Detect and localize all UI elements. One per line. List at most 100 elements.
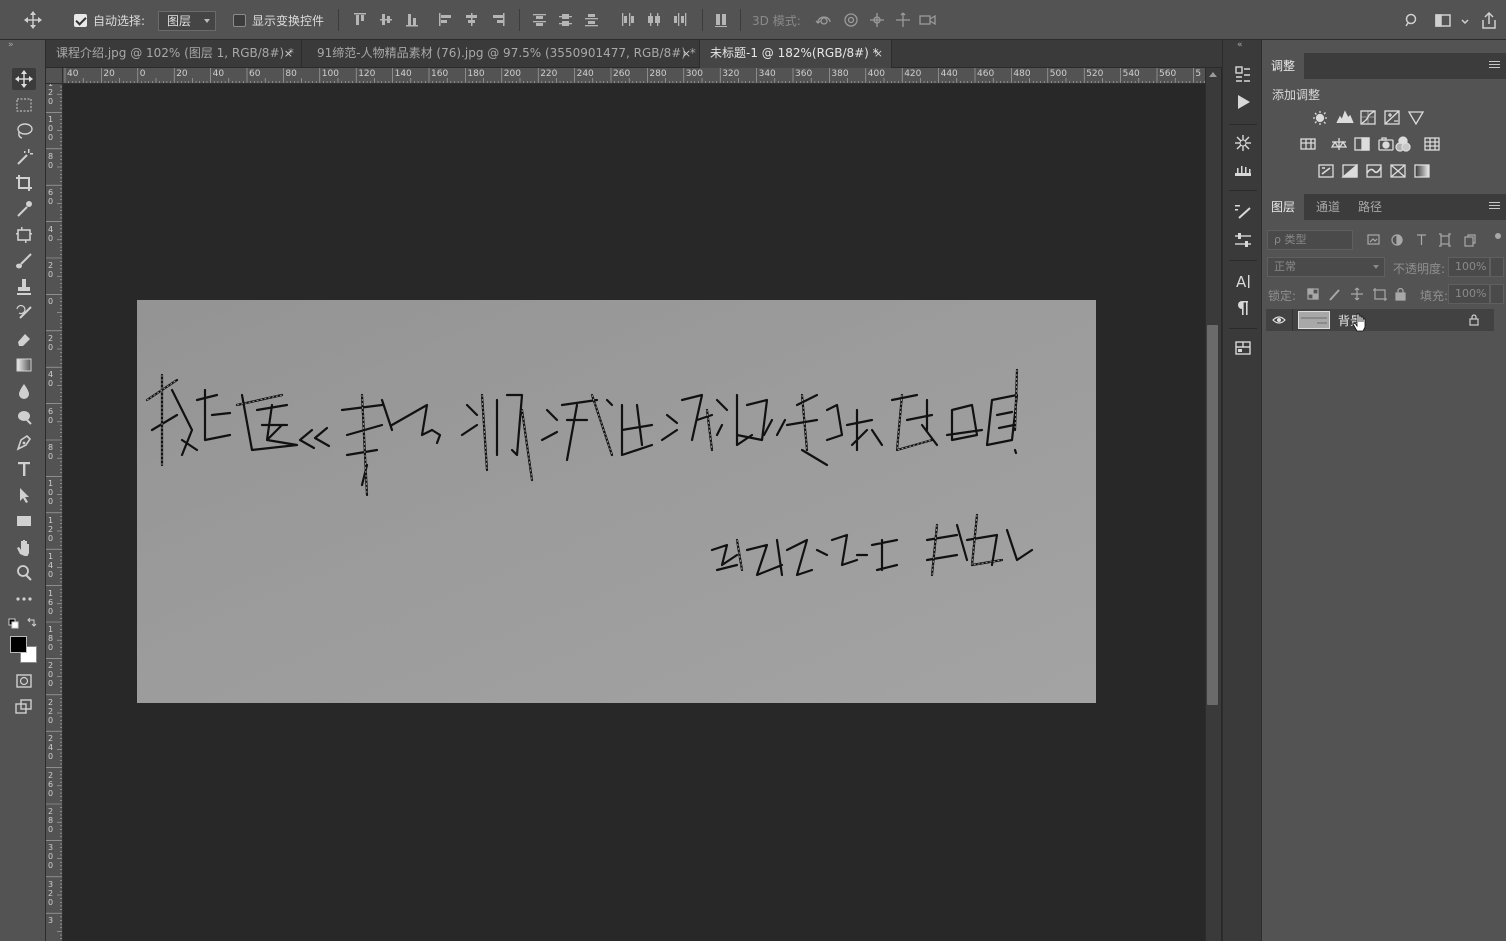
brush-settings-panel-icon[interactable] (1233, 133, 1253, 153)
eyedropper-tool[interactable] (12, 198, 36, 220)
properties-panel-icon[interactable] (1233, 230, 1253, 250)
document-tab[interactable]: 课程介绍.jpg @ 102% (图层 1, RGB/8#) * × (46, 40, 302, 68)
brush-presets-panel-icon[interactable] (1233, 202, 1253, 222)
eye-icon[interactable] (1272, 314, 1286, 326)
share-icon (1482, 12, 1496, 29)
move-tool[interactable] (12, 68, 36, 90)
history-panel-icon[interactable] (1233, 64, 1253, 84)
brushes-panel-icon[interactable] (1233, 160, 1253, 180)
show-transform-option[interactable]: 显示变换控件 (233, 10, 324, 30)
scroll-up-arrow-icon[interactable] (1209, 72, 1217, 77)
move-icon (24, 11, 42, 29)
hand-tool[interactable] (12, 536, 36, 558)
move-tool-preset[interactable] (8, 10, 48, 30)
lock-label: 锁定: (1268, 289, 1297, 303)
fill-input[interactable]: 100% (1448, 284, 1490, 304)
ruler-label: 480 (1013, 69, 1031, 79)
ruler-label: 40 (67, 69, 79, 79)
opacity-input[interactable]: 100% (1448, 257, 1490, 277)
black-white-icon (1354, 137, 1370, 151)
invert-icon (1318, 164, 1334, 178)
adjustment-buttons-grid (1300, 110, 1440, 178)
layer-row-background[interactable]: 背景 (1266, 309, 1494, 331)
color-swatches[interactable] (10, 636, 38, 664)
panel-menu-icon[interactable] (1489, 202, 1500, 211)
3d-pan-icon (870, 13, 884, 27)
show-transform-checkbox[interactable] (233, 13, 246, 27)
quick-mask-button[interactable] (12, 670, 36, 692)
rectangle-tool[interactable] (12, 510, 36, 532)
close-icon[interactable]: × (874, 40, 883, 67)
ruler-label: 420 (904, 69, 922, 79)
panel-collapse-icon[interactable]: » (8, 40, 38, 50)
swap-colors-icons[interactable] (8, 618, 40, 630)
auto-select-target-value: 图层 (167, 14, 192, 28)
filter-shape-icon (1439, 233, 1451, 247)
auto-select-target-dropdown[interactable]: 图层 (158, 11, 216, 31)
paragraph-panel-icon[interactable] (1233, 298, 1253, 318)
tab-layers[interactable]: 图层 (1262, 194, 1305, 220)
eraser-tool[interactable] (12, 328, 36, 350)
tab-title: 91缔范-人物精品素材 (76).jpg @ 97.5% (3550901477… (317, 46, 696, 60)
tab-adjustments[interactable]: 调整 (1262, 53, 1305, 79)
brush-tool[interactable] (12, 250, 36, 272)
ruler-label: 440 (940, 69, 958, 79)
blur-tool[interactable] (12, 380, 36, 402)
crop-tool[interactable] (12, 172, 36, 194)
3d-panel-icon[interactable] (1233, 338, 1253, 358)
layer-filter-kind[interactable]: ρ 类型 (1267, 230, 1353, 250)
ruler-label: 40 (212, 69, 225, 79)
lasso-tool[interactable] (12, 120, 36, 142)
posterize-icon (1341, 163, 1358, 178)
stamp-tool[interactable] (12, 276, 36, 298)
ruler-label: 20 (48, 261, 54, 279)
gradient-tool[interactable] (12, 354, 36, 376)
screen-mode-button[interactable] (12, 696, 36, 718)
path-selection-tool[interactable] (12, 484, 36, 506)
opacity-slider-toggle[interactable] (1490, 257, 1504, 277)
close-icon[interactable]: × (682, 40, 691, 67)
auto-select-checkbox[interactable] (74, 13, 87, 27)
character-panel-icon[interactable]: A (1233, 271, 1253, 291)
ruler-label: 60 (48, 188, 54, 207)
ruler-label: 220 (540, 69, 558, 79)
dock-collapse-icon[interactable]: « (1237, 40, 1243, 50)
document-canvas[interactable] (137, 300, 1096, 703)
ruler-label: 320 (722, 69, 740, 79)
ruler-label: 80 (48, 443, 54, 461)
marquee-tool[interactable] (12, 94, 36, 116)
filter-adjustment-icon (1391, 234, 1403, 246)
tab-channels[interactable]: 通道 (1307, 194, 1349, 220)
filter-pixel-icon (1367, 234, 1380, 245)
document-tab[interactable]: 91缔范-人物精品素材 (76).jpg @ 97.5% (3550901477… (307, 40, 700, 68)
edit-toolbar-button[interactable] (12, 588, 36, 610)
scrollbar-thumb[interactable] (1207, 325, 1218, 705)
magic-wand-icon (17, 149, 33, 165)
auto-align-icon[interactable] (714, 12, 730, 28)
vibrance-icon (1407, 111, 1425, 126)
frame-tool[interactable] (12, 224, 36, 246)
divider (1229, 124, 1257, 125)
magic-wand-tool[interactable] (12, 146, 36, 168)
foreground-color-swatch[interactable] (10, 636, 27, 653)
ruler-label: 280 (649, 69, 667, 79)
pen-tool[interactable] (12, 432, 36, 454)
ruler-origin[interactable] (46, 68, 63, 84)
close-icon[interactable]: × (284, 40, 293, 67)
document-tab-active[interactable]: 未标题-1 @ 182%(RGB/8#) * × (700, 40, 892, 68)
zoom-tool[interactable] (12, 562, 36, 584)
dodge-tool[interactable] (12, 406, 36, 428)
panel-menu-icon[interactable] (1489, 61, 1500, 70)
type-tool[interactable] (12, 458, 36, 480)
tab-paths[interactable]: 路径 (1349, 194, 1391, 220)
auto-select-option[interactable]: 自动选择: (74, 10, 145, 30)
blend-mode-dropdown[interactable]: 正常 (1267, 257, 1385, 277)
paragraph-icon (1238, 301, 1248, 315)
ruler-label: 260 (48, 770, 54, 798)
actions-panel-icon[interactable] (1233, 92, 1253, 112)
selective-color-icon (1390, 164, 1406, 178)
ruler-label: 160 (431, 69, 449, 79)
history-brush-tool[interactable] (12, 302, 36, 324)
fill-slider-toggle[interactable] (1490, 284, 1504, 304)
mode-3d-label-wrap: 3D 模式: (752, 10, 801, 30)
